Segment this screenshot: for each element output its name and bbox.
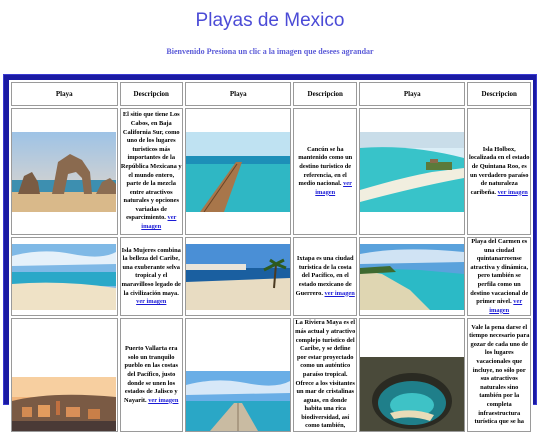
image-cell[interactable] (11, 318, 118, 433)
riviera-maya-pier-photo[interactable] (186, 371, 291, 432)
image-cell[interactable] (358, 108, 466, 235)
image-cell[interactable] (184, 108, 292, 235)
ixtapa-beach-photo[interactable] (186, 243, 291, 310)
isla-mujeres-photo[interactable] (12, 243, 117, 310)
page-header: Playas de Mexico Bienvenido Presiona un … (0, 0, 540, 72)
description-cell: El sitio que tiene Los Cabos, en Baja Ca… (119, 108, 183, 235)
description-text: La Riviera Maya es el más actual y atrac… (295, 319, 356, 430)
description-cell: Cancún se ha mantenido como un destino t… (293, 108, 357, 235)
header-playa-2: Playa (184, 82, 292, 106)
ver-imagen-link[interactable]: ver imagen (136, 298, 166, 305)
description-cell: Vale la pena darse el tiempo necesario p… (467, 318, 531, 433)
image-cell[interactable] (11, 108, 118, 235)
ver-imagen-link[interactable]: ver imagen (148, 397, 178, 404)
description-text: Playa del Carmen es una ciudad quintanar… (470, 238, 529, 306)
image-cell[interactable] (184, 318, 292, 433)
header-playa-1: Playa (11, 82, 118, 106)
description-text: Vale la pena darse el tiempo necesario p… (469, 323, 530, 426)
image-cell[interactable] (358, 237, 466, 317)
description-cell: Isla Mujeres combina la belleza del Cari… (119, 237, 183, 317)
header-row: Playa Descripcion Playa Descripcion Play… (11, 82, 531, 106)
image-cell[interactable] (184, 237, 292, 317)
description-cell: La Riviera Maya es el más actual y atrac… (293, 318, 357, 433)
table-row: Isla Mujeres combina la belleza del Cari… (11, 237, 531, 317)
description-text: Puerto Vallarta era solo un tranquilo pu… (124, 345, 178, 404)
image-cell[interactable] (358, 318, 466, 433)
beaches-table: Playa Descripcion Playa Descripcion Play… (9, 80, 533, 434)
table-row: El sitio que tiene Los Cabos, en Baja Ca… (11, 108, 531, 235)
los-cabos-arch-photo[interactable] (12, 131, 117, 212)
description-text: Isla Mujeres combina la belleza del Cari… (121, 246, 181, 297)
header-descripcion-2: Descripcion (293, 82, 357, 106)
puerto-vallarta-photo[interactable] (12, 377, 117, 432)
table-row: Puerto Vallarta era solo un tranquilo pu… (11, 318, 531, 433)
description-cell: Playa del Carmen es una ciudad quintanar… (467, 237, 531, 317)
image-cell[interactable] (11, 237, 118, 317)
description-text: El sitio que tiene Los Cabos, en Baja Ca… (120, 111, 182, 222)
beaches-frame: Playa Descripcion Playa Descripcion Play… (3, 74, 537, 434)
header-playa-3: Playa (358, 82, 466, 106)
ver-imagen-link[interactable]: ver imagen (498, 189, 528, 196)
page-title: Playas de Mexico (195, 10, 345, 31)
marietas-hidden-beach-photo[interactable] (360, 357, 465, 432)
cancun-pier-photo[interactable] (186, 131, 291, 212)
header-descripcion-3: Descripcion (467, 82, 531, 106)
description-cell: Isla Holbox, localizada en el estado de … (467, 108, 531, 235)
header-descripcion-1: Descripcion (119, 82, 183, 106)
isla-holbox-photo[interactable] (360, 131, 465, 212)
description-cell: Puerto Vallarta era solo un tranquilo pu… (119, 318, 183, 433)
welcome-message: Bienvenido Presiona un clic a la imagen … (166, 47, 374, 56)
ver-imagen-link[interactable]: ver imagen (325, 290, 355, 297)
description-cell: Ixtapa es una ciudad turistica de la cos… (293, 237, 357, 317)
playa-del-carmen-photo[interactable] (360, 243, 465, 310)
